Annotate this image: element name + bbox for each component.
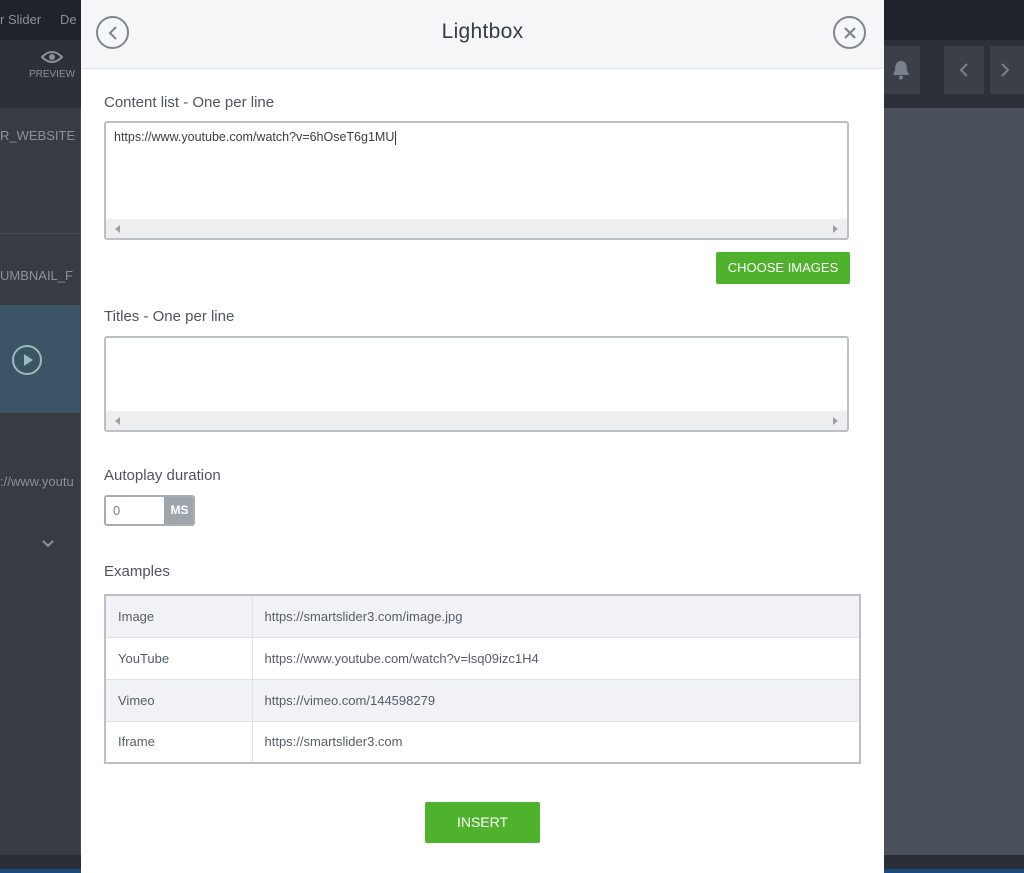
insert-button[interactable]: INSERT [425, 802, 540, 843]
chevron-right-icon [1001, 63, 1010, 77]
video-url-text: ://www.youtu [0, 474, 74, 489]
example-url: https://smartslider3.com [264, 734, 403, 750]
website-layer-label: R_WEBSITE [0, 128, 76, 143]
prev-button[interactable] [944, 46, 984, 94]
modal-title: Lightbox [441, 20, 524, 43]
slide-thumbnail [0, 305, 80, 413]
titles-label: Titles - One per line [104, 308, 235, 325]
example-type: YouTube [105, 637, 253, 680]
autoplay-duration-field[interactable]: 0 MS [104, 495, 195, 526]
horizontal-scrollbar[interactable] [106, 219, 847, 238]
bell-icon [893, 61, 909, 80]
scroll-left-icon[interactable] [115, 417, 120, 425]
editor-app-name: r Slider [0, 12, 42, 27]
play-icon [12, 345, 42, 375]
scroll-right-icon[interactable] [833, 417, 838, 425]
chevron-left-icon [959, 63, 968, 77]
autoplay-duration-input[interactable]: 0 [106, 497, 164, 524]
examples-label: Examples [104, 563, 170, 580]
next-button[interactable] [990, 46, 1024, 94]
content-list-label: Content list - One per line [104, 94, 275, 111]
example-url: https://vimeo.com/144598279 [252, 679, 860, 722]
example-url: https://www.youtube.com/watch?v=lsq09izc… [252, 637, 860, 680]
divider [0, 233, 80, 234]
autoplay-unit: MS [164, 497, 193, 524]
example-url: https://smartslider3.com/image.jpg [252, 595, 860, 638]
table-row: Image https://smartslider3.com/image.jpg [105, 595, 860, 638]
close-button[interactable] [833, 16, 866, 49]
choose-images-button[interactable]: CHOOSE IMAGES [716, 252, 850, 284]
examples-table: Image https://smartslider3.com/image.jpg… [104, 594, 861, 764]
lightbox-modal: Lightbox Content list - One per line htt… [81, 0, 884, 873]
preview-button[interactable]: PREVIEW [22, 50, 82, 82]
example-type: Vimeo [105, 679, 253, 722]
modal-header: Lightbox [81, 0, 884, 69]
table-row: Vimeo https://vimeo.com/144598279 [105, 679, 860, 722]
eye-icon [41, 51, 63, 63]
text-caret [395, 130, 397, 145]
thumbnail-layer-label: UMBNAIL_F [0, 268, 73, 283]
content-list-value: https://www.youtube.com/watch?v=6hOseT6g… [114, 130, 395, 144]
close-icon [843, 26, 856, 39]
editor-left-panel: R_WEBSITE UMBNAIL_F ://www.youtu [0, 108, 80, 873]
scroll-right-icon[interactable] [833, 225, 838, 233]
titles-textarea[interactable] [104, 336, 849, 432]
editor-menu-item: De [60, 12, 77, 27]
chevron-down-icon [42, 540, 54, 548]
preview-label: PREVIEW [28, 69, 76, 80]
notification-button[interactable] [884, 46, 920, 94]
table-row: Iframe https://smartslider3.com [105, 721, 860, 763]
example-type: Image [105, 595, 253, 638]
horizontal-scrollbar[interactable] [106, 411, 847, 430]
autoplay-label: Autoplay duration [104, 467, 221, 484]
scroll-left-icon[interactable] [115, 225, 120, 233]
editor-canvas-area [884, 108, 1024, 873]
table-row: YouTube https://www.youtube.com/watch?v=… [105, 637, 860, 680]
content-list-textarea[interactable]: https://www.youtube.com/watch?v=6hOseT6g… [104, 121, 849, 240]
example-type: Iframe [105, 721, 253, 763]
